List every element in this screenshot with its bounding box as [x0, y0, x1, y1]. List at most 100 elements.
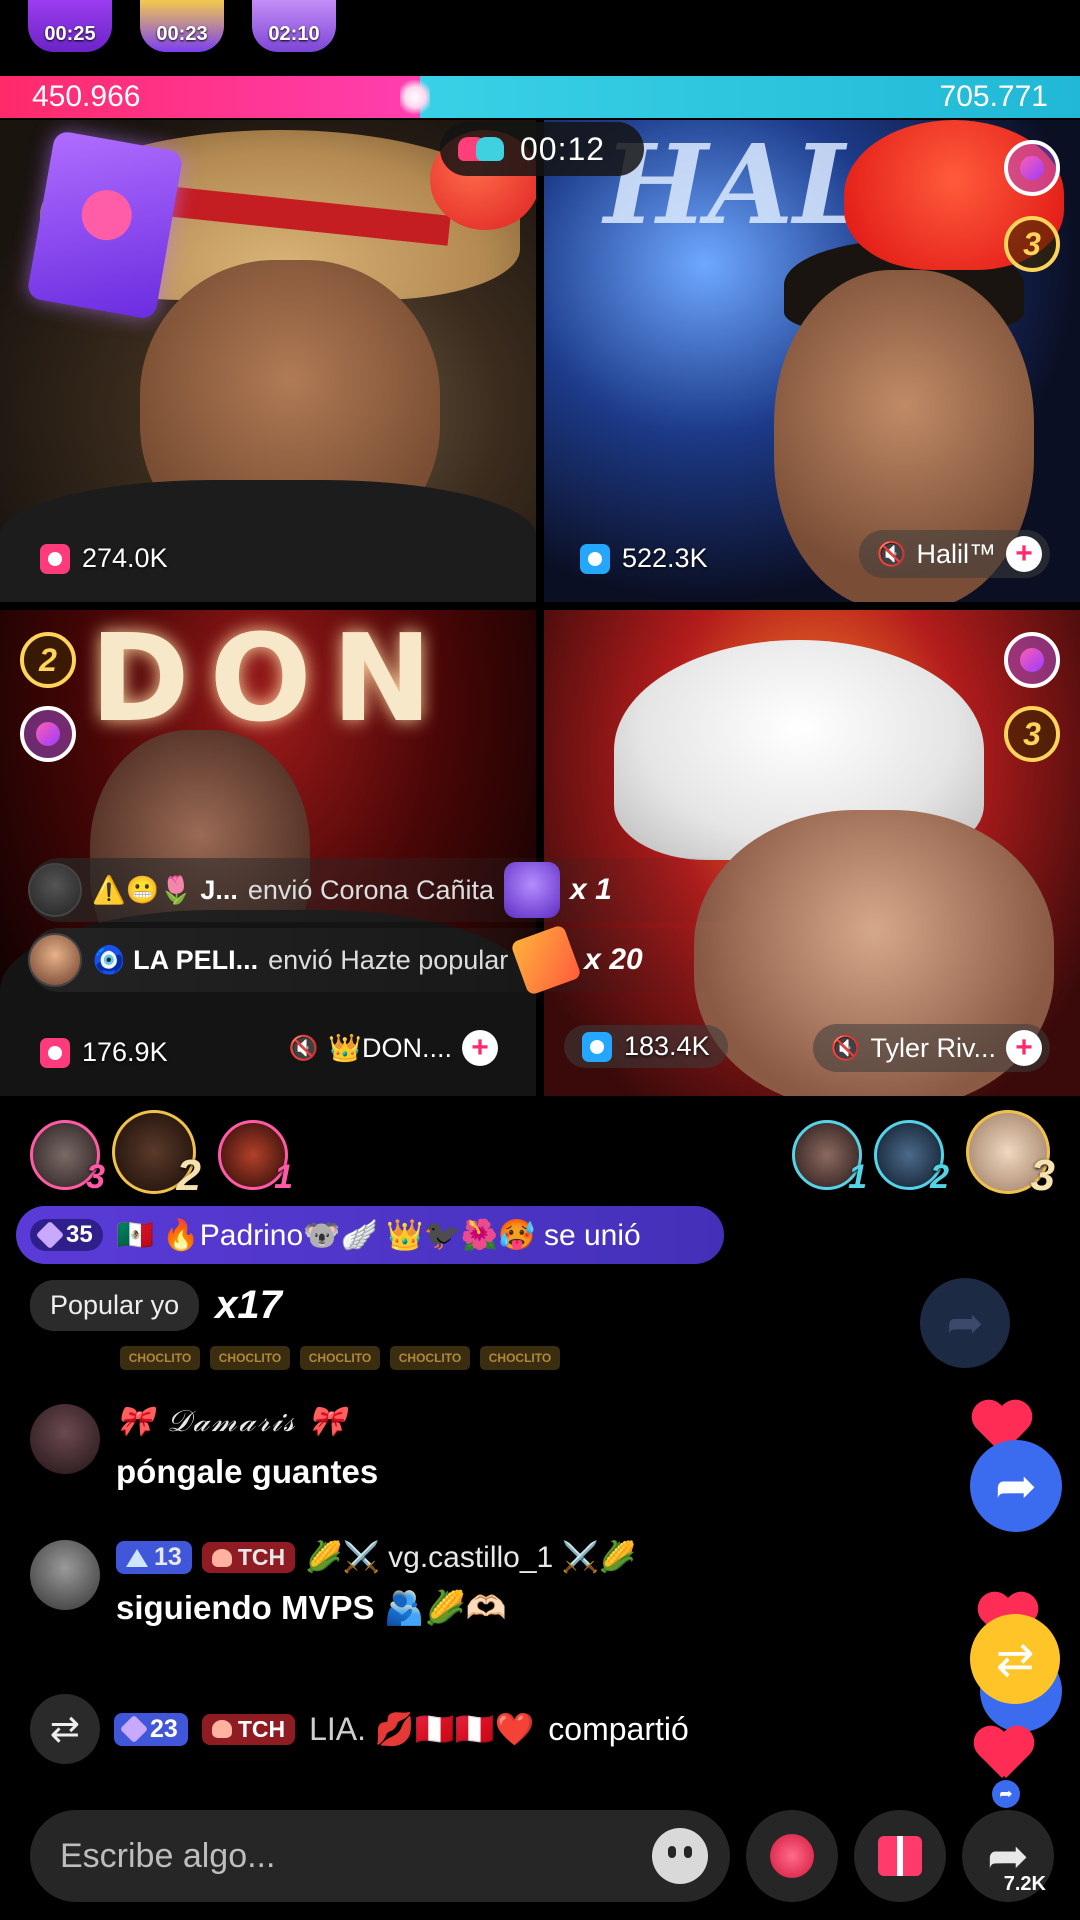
guest-tile-1[interactable]: 274.0K [0, 120, 536, 602]
gift-count-value: 274.0K [82, 543, 168, 573]
gift-box-icon [878, 1836, 922, 1876]
follow-button[interactable]: + [1006, 536, 1042, 572]
chat-username[interactable]: 🎀 𝒟𝒶𝓂𝒶𝓇𝒾𝓈 🎀 [116, 1404, 378, 1439]
diamond-icon [35, 1220, 65, 1250]
heart-icon [211, 1548, 232, 1567]
guest-tile-3[interactable]: DON 2 176.9K 🔇 👑DON.... + [0, 610, 536, 1096]
popular-combo: Popular yo x17 [30, 1280, 282, 1331]
share-action: compartió [548, 1710, 689, 1747]
boxing-gloves-icon [458, 133, 506, 165]
rank-badge: 2 [20, 632, 76, 688]
gifter-avatar[interactable]: 1 [218, 1120, 293, 1196]
follow-button[interactable]: + [1006, 1030, 1042, 1066]
gifter-avatar[interactable]: 2 [874, 1120, 949, 1196]
share-button[interactable]: ➦ [970, 1440, 1062, 1532]
host-name: Tyler Riv... [870, 1032, 996, 1063]
share-count: 7.2K [1003, 1873, 1046, 1895]
rank-number: 3 [86, 1158, 105, 1196]
heart-icon [972, 1728, 1032, 1782]
gift-notification: 🧿 LA PELI... envió Hazte popular x 20 [28, 924, 728, 996]
booster-badge[interactable] [20, 706, 76, 762]
chat-text: siguiendo MVPS 🫂🌽🫶🏻 [116, 1589, 507, 1626]
popular-gift-icon [510, 924, 583, 996]
gift-button[interactable] [854, 1810, 946, 1902]
top-gifters-row: 3 2 1 1 2 3 [0, 1110, 1080, 1202]
follow-button[interactable]: + [462, 1030, 498, 1066]
booster-badge[interactable] [1004, 632, 1060, 688]
gift-icon [580, 543, 610, 574]
guest-tile-4[interactable]: 3 183.4K 🔇 Tyler Riv... + [544, 610, 1080, 1096]
share-mini-icon: ➦ [992, 1780, 1020, 1808]
level-icon [126, 1548, 148, 1567]
chat-message: 🎀 𝒟𝒶𝓂𝒶𝓇𝒾𝓈 🎀 póngale guantes [30, 1404, 378, 1491]
user-avatar[interactable] [30, 1404, 100, 1474]
team-sticker: CHOCLITO [210, 1346, 290, 1370]
timer-text: 02:10 [268, 23, 320, 45]
gift-icon [582, 1031, 612, 1062]
neon-sign: DON [90, 610, 453, 749]
treasure-box-timer[interactable]: 00:25 [28, 0, 112, 52]
rank-number: 3 [1030, 1151, 1055, 1200]
sender-name: ⚠️😬🌷 J... [92, 875, 238, 905]
emoji-icon[interactable] [652, 1828, 708, 1884]
timer-text: 00:23 [156, 23, 208, 45]
gift-count: 176.9K [40, 1037, 168, 1068]
share-username[interactable]: LIA. 💋🇵🇪🇵🇪❤️ [309, 1710, 534, 1748]
chat-username[interactable]: 🌽⚔️ vg.castillo_1 ⚔️🌽 [305, 1540, 636, 1575]
team-badge: TCH [201, 1542, 296, 1573]
host-pill[interactable]: 🔇 👑DON.... + [270, 1024, 506, 1072]
gift-multiplier: x 1 [570, 873, 612, 906]
level-badge: 35 [30, 1219, 103, 1251]
treasure-box-timer[interactable]: 00:23 [140, 0, 224, 52]
treasure-box-timer[interactable]: 02:10 [252, 0, 336, 52]
guest-tile-2[interactable]: HALI 3 522.3K 🔇 Halil™ + [544, 120, 1080, 602]
user-joined-banner: 35 🇲🇽 🔥Padrino🐨🪽 👑🐦‍⬛🌺🥵 se unió [16, 1206, 724, 1264]
gift-count: 183.4K [564, 1025, 728, 1068]
team-sticker: CHOCLITO [480, 1346, 560, 1370]
rank-number: 1 [848, 1158, 867, 1196]
sender-avatar[interactable] [28, 863, 82, 917]
gifter-avatar[interactable]: 1 [792, 1120, 867, 1196]
popular-multiplier: x17 [215, 1283, 282, 1327]
gift-icon [40, 543, 70, 574]
host-name: Halil™ [916, 538, 996, 569]
rank-number: 2 [930, 1158, 949, 1196]
battle-timer-text: 00:12 [520, 130, 606, 167]
muted-icon: 🔇 [830, 1034, 861, 1062]
gift-notification: ⚠️😬🌷 J... envió Corona Cañita x 1 [28, 858, 748, 922]
team-badge: TCH [201, 1713, 296, 1745]
booster-badge[interactable] [1004, 140, 1060, 196]
gift-count-value: 522.3K [622, 543, 708, 573]
team-sticker: CHOCLITO [300, 1346, 380, 1370]
gift-count: 522.3K [580, 543, 708, 574]
user-avatar[interactable] [30, 1540, 100, 1610]
comment-input[interactable]: Escribe algo... [30, 1810, 730, 1902]
host-pill[interactable]: 🔇 Halil™ + [858, 530, 1050, 578]
share-live-button[interactable]: ➦ 7.2K [962, 1810, 1054, 1902]
repost-button[interactable]: ⇄ [970, 1614, 1060, 1704]
team-stickers: CHOCLITO CHOCLITO CHOCLITO CHOCLITO CHOC… [120, 1346, 560, 1370]
gifter-avatar[interactable]: 3 [966, 1110, 1055, 1200]
rose-gift-button[interactable] [746, 1810, 838, 1902]
team-sticker: CHOCLITO [390, 1346, 470, 1370]
level-badge: 13 [116, 1541, 192, 1574]
gifter-avatar[interactable]: 2 [112, 1110, 201, 1200]
chat-body: 🎀 𝒟𝒶𝓂𝒶𝓇𝒾𝓈 🎀 póngale guantes [116, 1404, 378, 1491]
chat-user-line: 13 TCH 🌽⚔️ vg.castillo_1 ⚔️🌽 [116, 1540, 636, 1575]
share-event: ⇄ 23 TCH LIA. 💋🇵🇪🇵🇪❤️ compartió [30, 1694, 689, 1764]
heart-icon [211, 1720, 232, 1738]
popular-chip[interactable]: Popular yo [30, 1280, 200, 1331]
crown-gift-icon [504, 862, 561, 918]
host-pill[interactable]: 🔇 Tyler Riv... + [812, 1024, 1050, 1072]
rank-number: 1 [274, 1158, 293, 1196]
sender-name: 🧿 LA PELI... [92, 945, 259, 975]
team-sticker: CHOCLITO [120, 1346, 200, 1370]
muted-icon: 🔇 [288, 1034, 319, 1062]
top-timers: 00:25 00:23 02:10 [28, 0, 336, 60]
gifter-avatar[interactable]: 3 [30, 1120, 105, 1196]
right-team-score: 705.771 [420, 76, 1080, 118]
gift-multiplier: x 20 [584, 943, 643, 976]
gift-count: 274.0K [40, 543, 168, 574]
sender-avatar[interactable] [28, 933, 82, 987]
chat-message: 13 TCH 🌽⚔️ vg.castillo_1 ⚔️🌽 siguiendo M… [30, 1540, 636, 1628]
